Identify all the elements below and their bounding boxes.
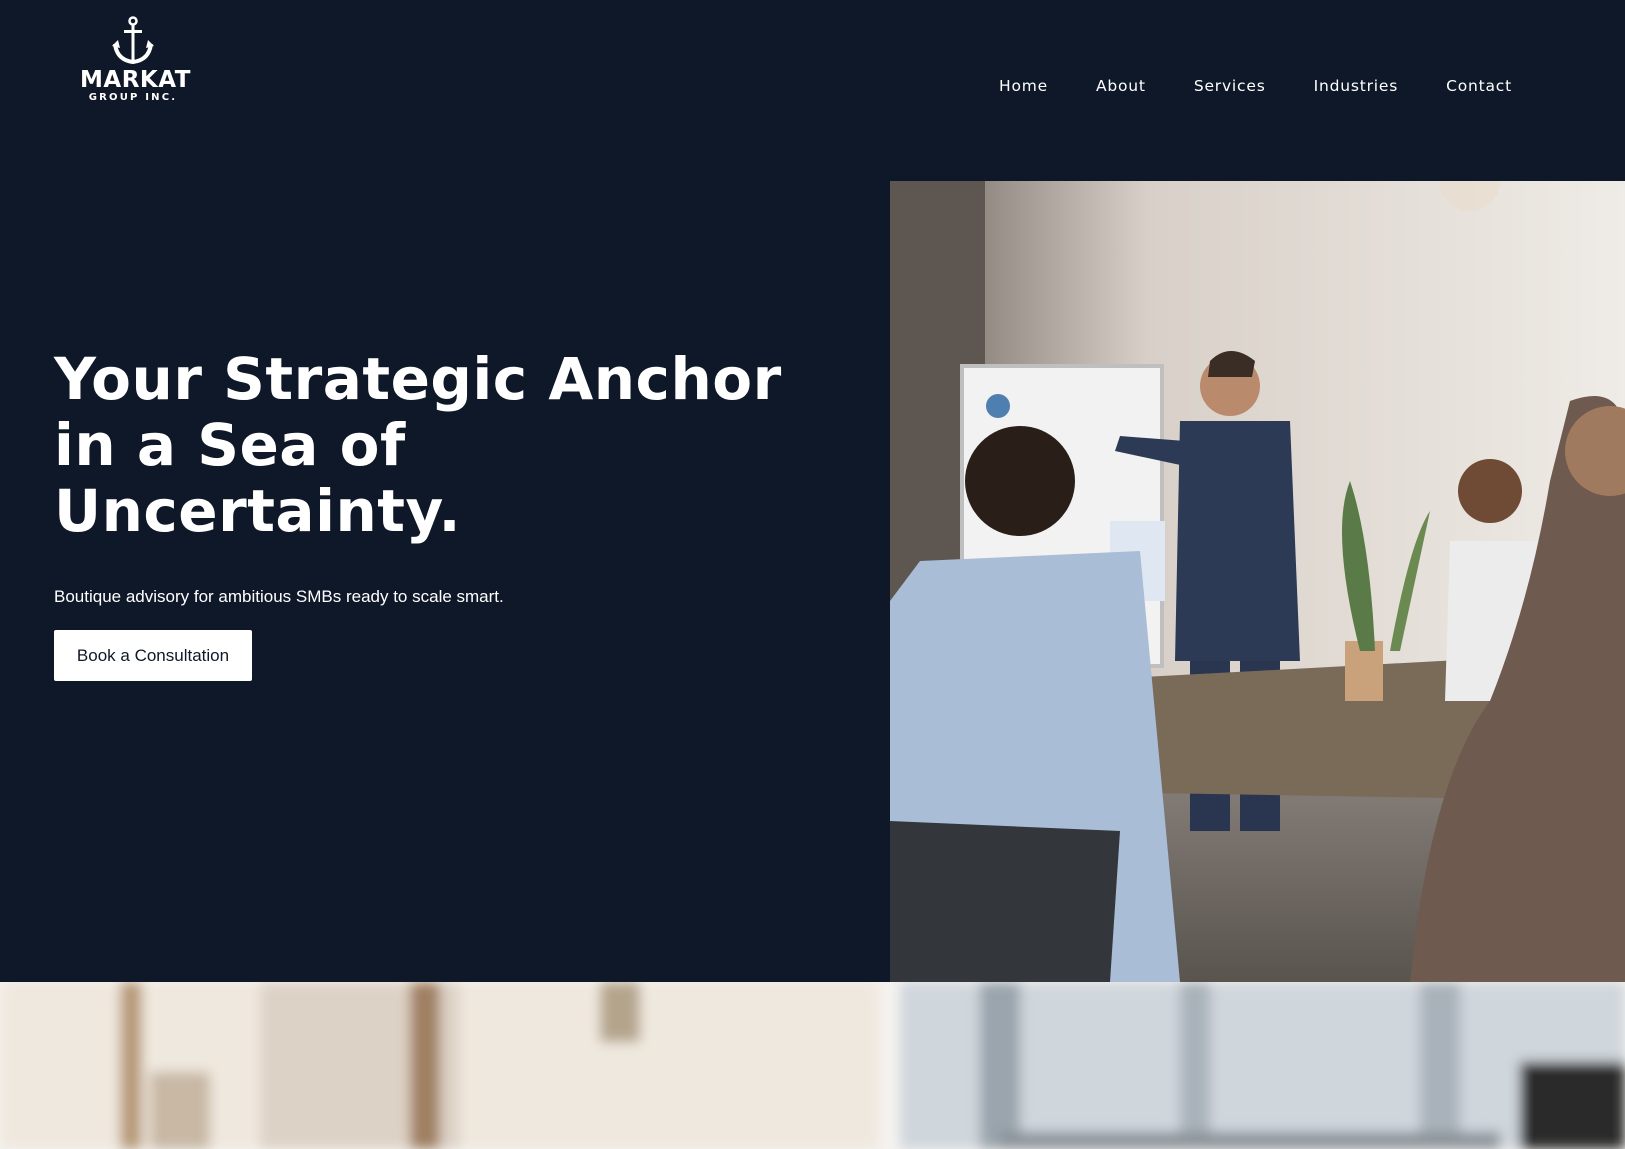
- logo-subtitle: GROUP INC.: [88, 92, 178, 103]
- headline-line-2: in a Sea of: [54, 411, 406, 479]
- meeting-photo: [890, 181, 1625, 982]
- nav-about[interactable]: About: [1096, 77, 1146, 95]
- office-photo: [0, 982, 1625, 1149]
- anchor-icon: [112, 16, 154, 65]
- nav-contact[interactable]: Contact: [1446, 77, 1512, 95]
- nav-home[interactable]: Home: [999, 77, 1048, 95]
- headline-line-3: Uncertainty.: [54, 477, 461, 545]
- hero-headline: Your Strategic Anchor in a Sea of Uncert…: [54, 346, 814, 544]
- main-nav: Home About Services Industries Contact: [951, 77, 1512, 95]
- hero-subtitle: Boutique advisory for ambitious SMBs rea…: [54, 587, 504, 606]
- book-consultation-button[interactable]: Book a Consultation: [54, 630, 252, 681]
- site-header: MARKAT GROUP INC. Home About Services In…: [0, 0, 1625, 175]
- hero-image: [890, 181, 1625, 982]
- hero-section: Your Strategic Anchor in a Sea of Uncert…: [54, 346, 814, 681]
- office-image-strip: [0, 982, 1625, 1149]
- headline-line-1: Your Strategic Anchor: [54, 345, 782, 413]
- logo[interactable]: MARKAT GROUP INC.: [80, 16, 191, 104]
- logo-name: MARKAT: [80, 67, 191, 93]
- nav-industries[interactable]: Industries: [1314, 77, 1399, 95]
- nav-services[interactable]: Services: [1194, 77, 1266, 95]
